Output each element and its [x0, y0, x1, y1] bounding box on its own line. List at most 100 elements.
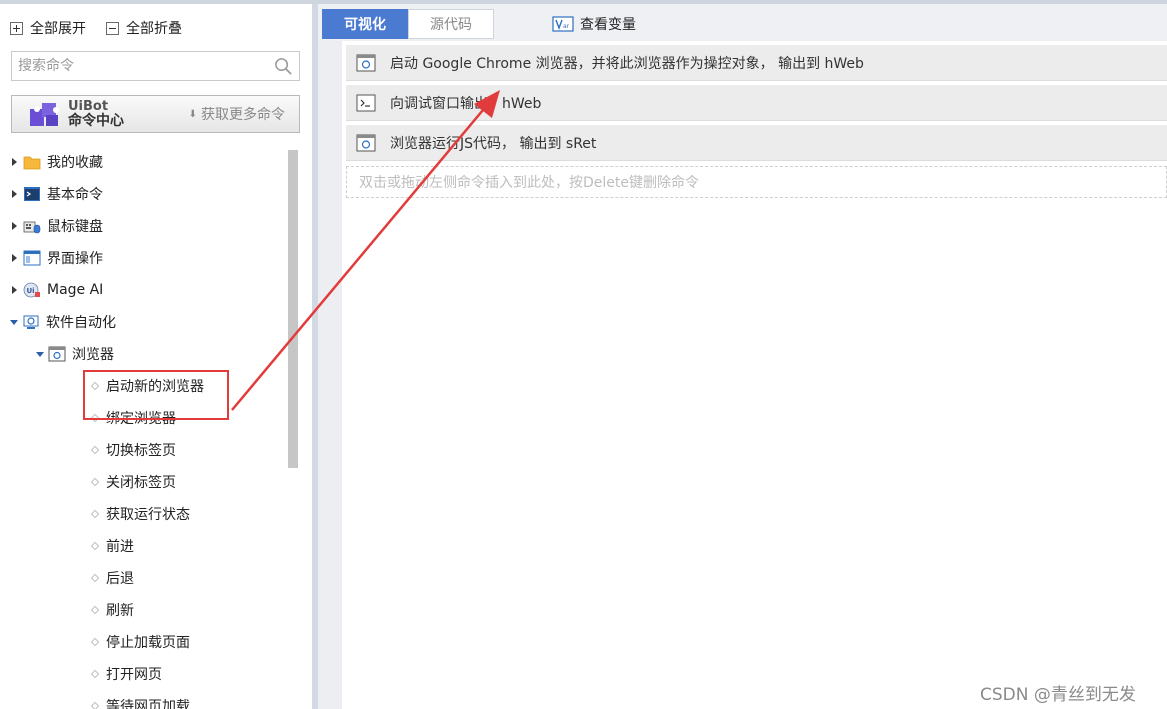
tree-item-software-automation[interactable]: 软件自动化 — [10, 310, 116, 334]
tree-scrollbar[interactable] — [288, 150, 298, 468]
command-text: 浏览器运行JS代码， 输出到 sRet — [390, 135, 597, 152]
minus-box-icon — [106, 21, 119, 35]
tree-label: 启动新的浏览器 — [106, 379, 204, 395]
caret-right-icon[interactable] — [12, 158, 17, 166]
collapse-all-label: 全部折叠 — [126, 21, 182, 37]
tree-label: 获取运行状态 — [106, 507, 190, 523]
tree-item-favorites[interactable]: 我的收藏 — [12, 150, 103, 174]
window-icon — [23, 250, 41, 266]
diamond-icon — [90, 477, 100, 487]
plus-box-icon — [10, 21, 23, 35]
tree-item-refresh[interactable]: 刷新 — [90, 598, 134, 622]
tree-label: 刷新 — [106, 603, 134, 619]
diamond-icon — [90, 413, 100, 423]
tree-label: 软件自动化 — [46, 315, 116, 331]
tree-label: 鼠标键盘 — [47, 219, 103, 235]
editor-tabbar: 可视化 源代码 ar 查看变量 — [318, 4, 1167, 41]
diamond-icon — [90, 509, 100, 519]
tree-label: 基本命令 — [47, 187, 103, 203]
command-block[interactable]: 浏览器运行JS代码， 输出到 sRet — [346, 125, 1167, 161]
tree-item-ui-ops[interactable]: 界面操作 — [12, 246, 103, 270]
caret-right-icon[interactable] — [12, 286, 17, 294]
diamond-icon — [90, 637, 100, 647]
folder-icon — [23, 156, 41, 170]
terminal-icon — [356, 94, 376, 111]
tree-item-browser[interactable]: 浏览器 — [36, 342, 114, 366]
tree-item-launch-browser[interactable]: 启动新的浏览器 — [90, 374, 204, 398]
tree-item-basic[interactable]: 基本命令 — [12, 182, 103, 206]
watermark: CSDN @青丝到无发 — [980, 685, 1136, 705]
browser-icon — [356, 134, 376, 151]
tab-visual[interactable]: 可视化 — [322, 9, 408, 39]
download-arrow-icon: ⬇ — [188, 108, 197, 120]
line-gutter — [318, 41, 342, 709]
tree-item-get-state[interactable]: 获取运行状态 — [90, 502, 190, 526]
search-input[interactable] — [12, 52, 262, 80]
command-text: 向调试窗口输出：hWeb — [390, 95, 542, 112]
command-drop-zone[interactable]: 双击或拖动左侧命令插入到此处，按Delete键删除命令 — [346, 166, 1167, 198]
caret-down-icon[interactable] — [36, 351, 44, 357]
tree-label: 停止加载页面 — [106, 635, 190, 651]
caret-right-icon[interactable] — [12, 190, 17, 198]
tree-item-wait-load[interactable]: 等待网页加载 — [90, 694, 190, 709]
tree-item-bind-browser[interactable]: 绑定浏览器 — [90, 406, 176, 430]
command-center-logo-text: UiBot 命令中心 — [68, 99, 124, 129]
tree-label: 后退 — [106, 571, 134, 587]
command-center-button[interactable]: UiBot 命令中心 ⬇ 获取更多命令 — [11, 95, 300, 133]
logo-line2: 命令中心 — [68, 113, 124, 129]
caret-right-icon[interactable] — [12, 254, 17, 262]
logo-line1: UiBot — [68, 99, 109, 114]
tree-label: 浏览器 — [72, 347, 114, 363]
diamond-icon — [90, 381, 100, 391]
tree-item-mage-ai[interactable]: Ui Mage AI — [12, 278, 103, 302]
software-icon — [23, 315, 39, 329]
collapse-all-button[interactable]: 全部折叠 — [106, 18, 182, 38]
get-more-label: 获取更多命令 — [201, 107, 285, 123]
diamond-icon — [90, 669, 100, 679]
expand-all-button[interactable]: 全部展开 — [10, 18, 86, 38]
tree-label: 绑定浏览器 — [106, 411, 176, 427]
search-icon[interactable] — [274, 57, 293, 76]
tree-expand-controls: 全部展开 全部折叠 — [10, 18, 202, 38]
svg-text:Ui: Ui — [27, 287, 35, 295]
browser-icon — [48, 346, 66, 362]
view-variables-button[interactable]: ar 查看变量 — [552, 13, 636, 35]
variable-icon: ar — [552, 16, 574, 32]
uibot-logo-icon — [30, 103, 59, 126]
flow-canvas: 启动 Google Chrome 浏览器，并将此浏览器作为操控对象， 输出到 h… — [318, 41, 1167, 709]
diamond-icon — [90, 445, 100, 455]
diamond-icon — [90, 573, 100, 583]
editor-panel: 可视化 源代码 ar 查看变量 启动 Google Chrome 浏览器，并将此… — [318, 4, 1167, 709]
tree-item-mouse-keyboard[interactable]: 鼠标键盘 — [12, 214, 103, 238]
diamond-icon — [90, 541, 100, 551]
tree-label: 我的收藏 — [47, 155, 103, 171]
tree-item-switch-tab[interactable]: 切换标签页 — [90, 438, 176, 462]
tree-item-open-page[interactable]: 打开网页 — [90, 662, 162, 686]
tree-item-stop-loading[interactable]: 停止加载页面 — [90, 630, 190, 654]
command-block[interactable]: 启动 Google Chrome 浏览器，并将此浏览器作为操控对象， 输出到 h… — [346, 45, 1167, 81]
tree-label: 切换标签页 — [106, 443, 176, 459]
tree-label: 等待网页加载 — [106, 699, 190, 709]
tree-label: 前进 — [106, 539, 134, 555]
tree-item-back[interactable]: 后退 — [90, 566, 134, 590]
view-variables-label: 查看变量 — [580, 17, 636, 33]
command-panel: 全部展开 全部折叠 UiBot 命令中心 ⬇ 获取更多命令 — [0, 4, 312, 709]
svg-text:ar: ar — [563, 23, 570, 30]
diamond-icon — [90, 605, 100, 615]
expand-all-label: 全部展开 — [30, 21, 86, 37]
terminal-icon — [24, 187, 40, 201]
tab-source[interactable]: 源代码 — [408, 9, 494, 39]
tree-item-close-tab[interactable]: 关闭标签页 — [90, 470, 176, 494]
command-block[interactable]: 向调试窗口输出：hWeb — [346, 85, 1167, 121]
tree-label: 界面操作 — [47, 251, 103, 267]
keyboard-mouse-icon — [23, 221, 41, 234]
search-box — [11, 51, 300, 81]
caret-down-icon[interactable] — [10, 319, 18, 325]
diamond-icon — [90, 701, 100, 709]
tree-label: 关闭标签页 — [106, 475, 176, 491]
tree-item-forward[interactable]: 前进 — [90, 534, 134, 558]
mage-ai-icon: Ui — [23, 282, 40, 298]
get-more-commands[interactable]: ⬇ 获取更多命令 — [189, 104, 285, 124]
command-text: 启动 Google Chrome 浏览器，并将此浏览器作为操控对象， 输出到 h… — [390, 55, 864, 72]
caret-right-icon[interactable] — [12, 222, 17, 230]
